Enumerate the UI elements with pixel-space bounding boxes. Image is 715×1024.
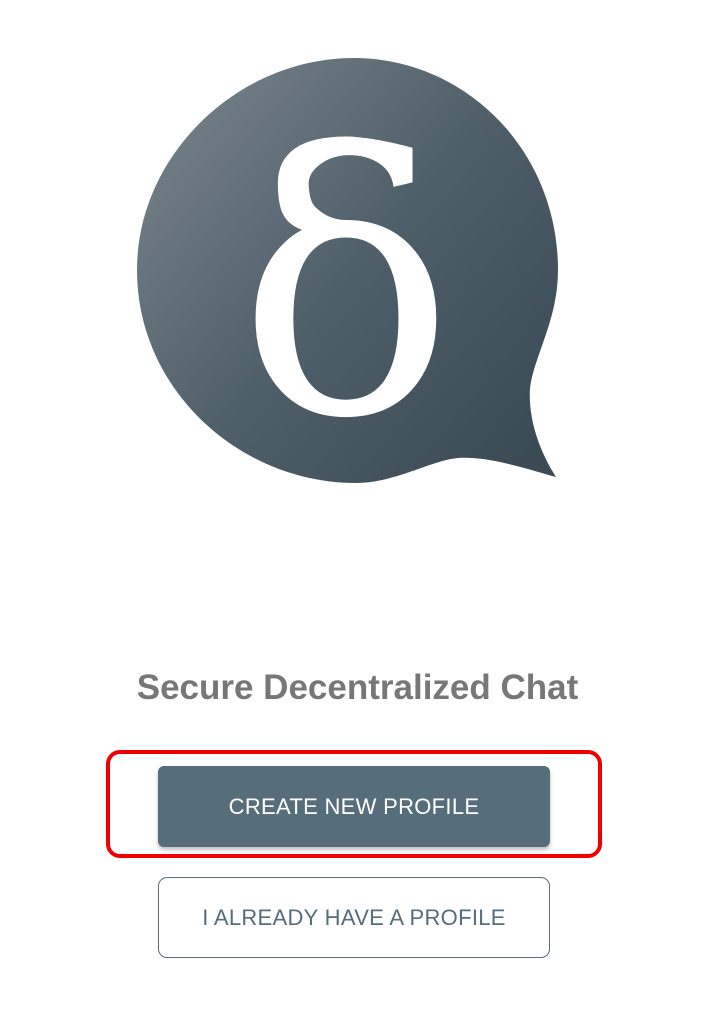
already-have-profile-button[interactable]: I ALREADY HAVE A PROFILE [158,877,550,958]
create-new-profile-button[interactable]: CREATE NEW PROFILE [158,766,550,847]
welcome-screen: δ Secure Decentralized Chat CREATE NEW P… [0,0,715,1024]
delta-chat-logo-icon: δ [137,58,558,497]
logo-glyph: δ [238,78,455,497]
app-tagline: Secure Decentralized Chat [136,668,579,707]
